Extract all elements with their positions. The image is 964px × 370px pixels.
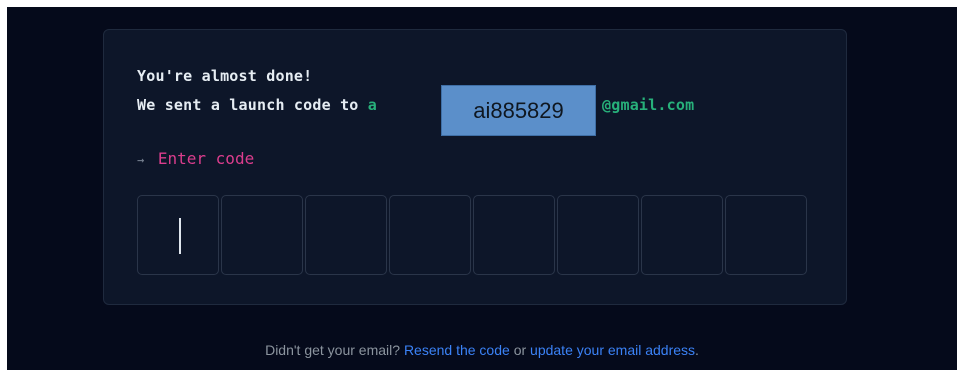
footer-period: . [695, 342, 699, 358]
code-digit-input-6[interactable] [557, 195, 639, 275]
code-digit-input-5[interactable] [473, 195, 555, 275]
resend-footer: Didn't get your email? Resend the code o… [7, 342, 957, 358]
email-user: a [367, 96, 378, 114]
text-caret [179, 218, 181, 254]
enter-code-label: Enter code [157, 149, 255, 168]
footer-question: Didn't get your email? [265, 342, 401, 358]
update-email-link[interactable]: update your email address [530, 342, 695, 358]
code-digit-input-7[interactable] [641, 195, 723, 275]
code-digit-input-2[interactable] [221, 195, 303, 275]
arrow-right-icon: → [137, 153, 145, 167]
verification-card: You're almost done! We sent a launch cod… [103, 29, 847, 305]
code-digit-input-1[interactable] [137, 195, 219, 275]
code-digit-input-4[interactable] [389, 195, 471, 275]
code-digit-input-8[interactable] [725, 195, 807, 275]
code-digit-input-3[interactable] [305, 195, 387, 275]
resend-code-link[interactable]: Resend the code [404, 342, 510, 358]
sent-prefix: We sent a launch code to [137, 96, 359, 114]
enter-code-prompt: → Enter code [137, 149, 254, 168]
redaction-box: ai885829 [441, 85, 596, 136]
footer-or: or [513, 342, 527, 358]
email-domain: @gmail.com [602, 96, 695, 114]
code-input-row [137, 195, 807, 275]
page-background: You're almost done! We sent a launch cod… [7, 7, 957, 370]
heading: You're almost done! [137, 67, 313, 85]
sent-message: We sent a launch code to a @gmail.com [137, 96, 694, 114]
